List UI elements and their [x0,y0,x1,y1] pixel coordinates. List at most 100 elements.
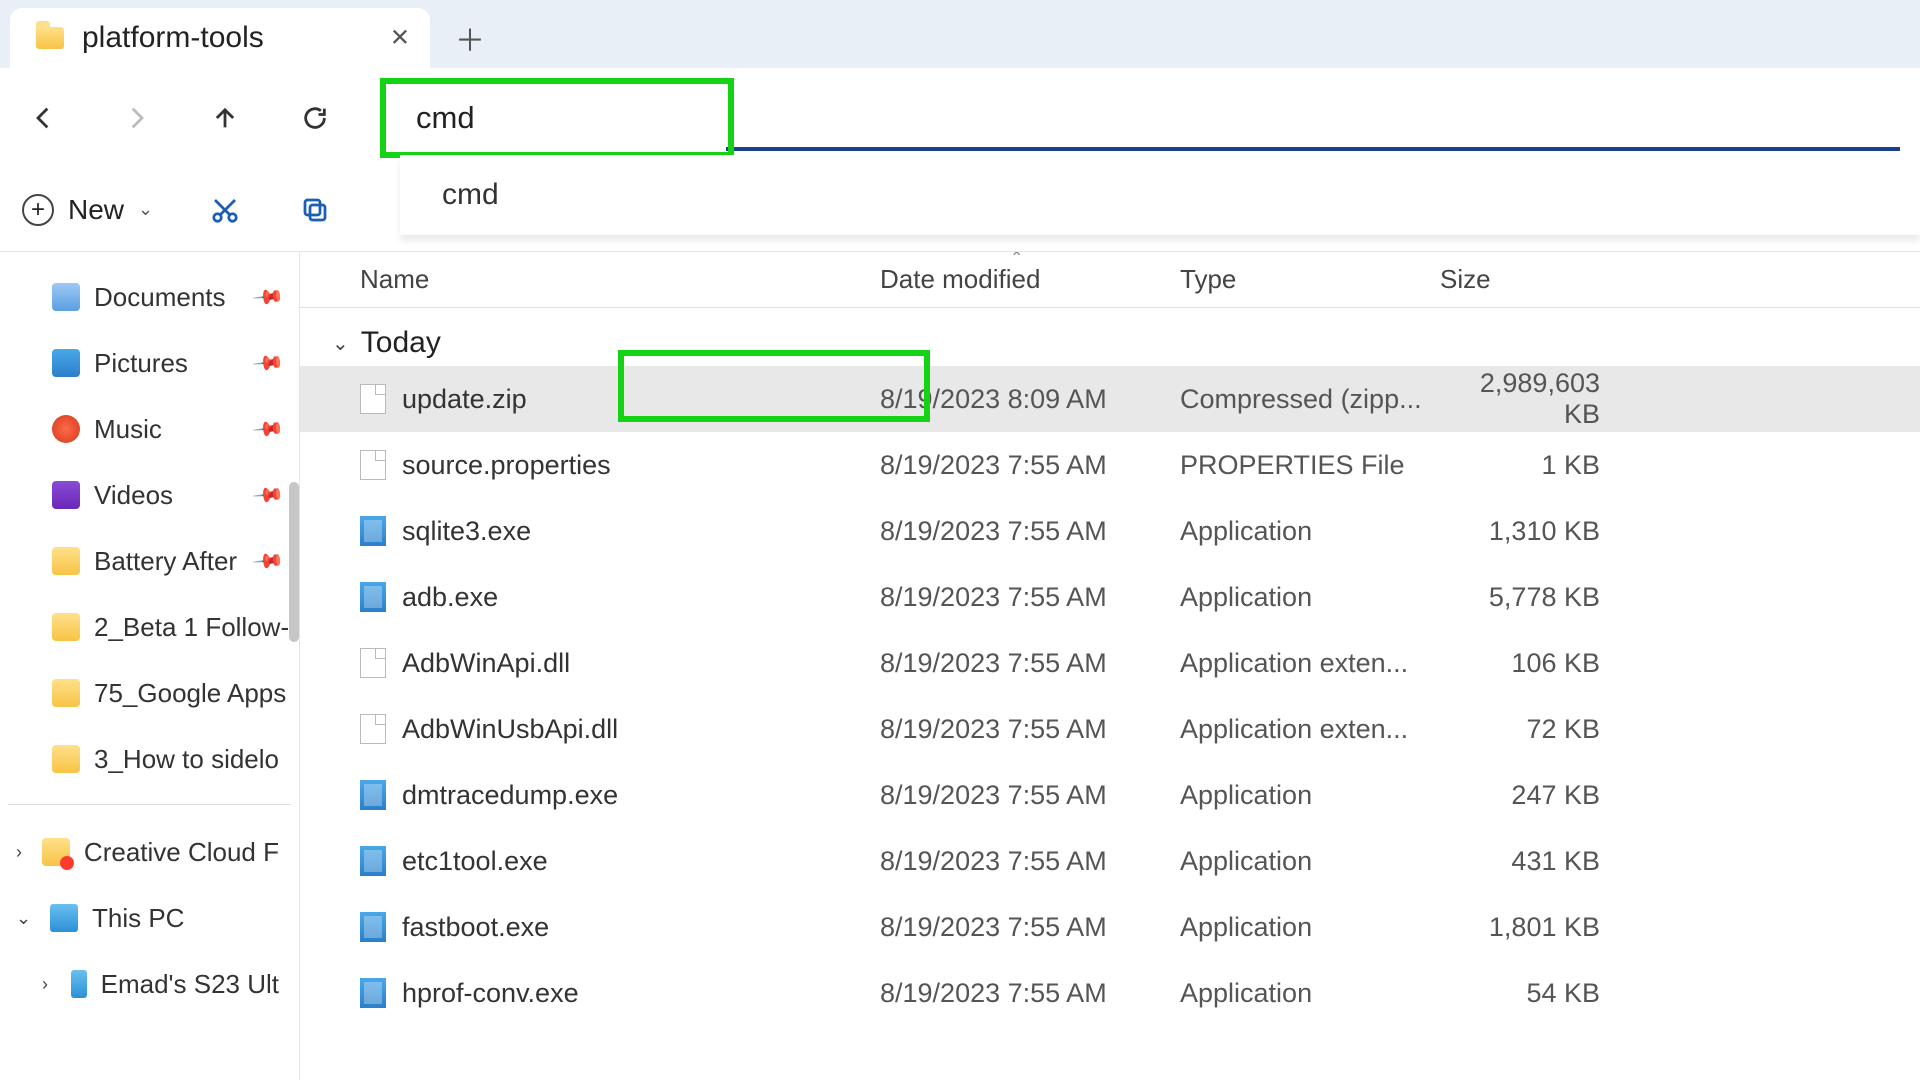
file-date: 8/19/2023 7:55 AM [880,648,1180,679]
file-date: 8/19/2023 8:09 AM [880,384,1180,415]
file-name: etc1tool.exe [402,846,548,877]
file-type: Application [1180,912,1440,943]
sidebar: Documents📌Pictures📌Music📌Videos📌Battery … [0,252,300,1080]
sidebar-item-2-beta-1-follow-[interactable]: 2_Beta 1 Follow- [0,594,299,660]
expand-icon[interactable]: › [42,974,57,995]
mus-icon [52,415,80,443]
sidebar-item-label: Pictures [94,348,188,379]
file-icon [360,978,386,1008]
sidebar-tree-this-pc[interactable]: ⌄ This PC [0,885,299,951]
column-size[interactable]: Size [1440,264,1610,295]
file-size: 54 KB [1440,978,1610,1009]
vid-icon [52,481,80,509]
file-date: 8/19/2023 7:55 AM [880,582,1180,613]
group-header-today[interactable]: ⌄ Today [300,308,1920,366]
column-name[interactable]: Name [360,264,880,295]
sidebar-item-documents[interactable]: Documents📌 [0,264,299,330]
address-suggestion[interactable]: cmd [400,155,1920,235]
file-name: source.properties [402,450,611,481]
column-date[interactable]: ⌃ Date modified [880,264,1180,295]
sidebar-item-music[interactable]: Music📌 [0,396,299,462]
file-row[interactable]: hprof-conv.exe8/19/2023 7:55 AMApplicati… [300,960,1920,1026]
file-name: dmtracedump.exe [402,780,618,811]
file-date: 8/19/2023 7:55 AM [880,978,1180,1009]
refresh-button[interactable] [290,93,340,143]
column-type[interactable]: Type [1180,264,1440,295]
file-date: 8/19/2023 7:55 AM [880,780,1180,811]
file-date: 8/19/2023 7:55 AM [880,912,1180,943]
file-size: 1,801 KB [1440,912,1610,943]
file-row[interactable]: update.zip 8/19/2023 8:09 AMCompressed (z… [300,366,1920,432]
cut-button[interactable] [207,192,243,228]
file-row[interactable]: dmtracedump.exe8/19/2023 7:55 AMApplicat… [300,762,1920,828]
expand-icon[interactable]: › [16,842,28,863]
file-type: Compressed (zipp... [1180,384,1440,415]
sidebar-item-battery-after[interactable]: Battery After📌 [0,528,299,594]
close-tab-button[interactable]: ✕ [390,24,410,53]
file-icon [360,516,386,546]
file-row[interactable]: sqlite3.exe8/19/2023 7:55 AMApplication1… [300,498,1920,564]
file-row[interactable]: adb.exe8/19/2023 7:55 AMApplication5,778… [300,564,1920,630]
chevron-down-icon: ⌄ [138,199,153,220]
file-date: 8/19/2023 7:55 AM [880,846,1180,877]
sidebar-item-label: 75_Google Apps [94,678,286,709]
file-type: PROPERTIES File [1180,450,1440,481]
up-button[interactable] [200,93,250,143]
new-button[interactable]: + New ⌄ [22,194,153,226]
ph-icon [71,970,87,998]
fol-icon [52,547,80,575]
new-tab-area: ＋ [430,8,510,68]
sidebar-item-label: Emad's S23 Ult [101,969,279,1000]
body-split: Documents📌Pictures📌Music📌Videos📌Battery … [0,252,1920,1080]
sidebar-item-label: Documents [94,282,226,313]
file-row[interactable]: fastboot.exe 8/19/2023 7:55 AMApplication… [300,894,1920,960]
column-headers: Name ⌃ Date modified Type Size [300,252,1920,308]
file-name: hprof-conv.exe [402,978,579,1009]
file-icon [360,912,386,942]
file-name: fastboot.exe [402,912,549,943]
file-size: 2,989,603 KB [1440,368,1610,430]
file-name: update.zip [402,384,527,415]
tab-platform-tools[interactable]: platform-tools ✕ [10,8,430,68]
cc-icon [42,838,70,866]
file-name: AdbWinApi.dll [402,648,570,679]
sidebar-item-label: Videos [94,480,173,511]
file-date: 8/19/2023 7:55 AM [880,450,1180,481]
copy-button[interactable] [297,192,333,228]
sidebar-item-label: 3_How to sidelo [94,744,279,775]
file-row[interactable]: etc1tool.exe 8/19/2023 7:55 AMApplication… [300,828,1920,894]
file-icon [360,582,386,612]
file-icon [360,846,386,876]
sidebar-tree-creative-cloud-f[interactable]: ›Creative Cloud F [0,819,299,885]
file-row[interactable]: AdbWinApi.dll8/19/2023 7:55 AMApplicatio… [300,630,1920,696]
sidebar-scrollbar[interactable] [289,482,299,642]
forward-button[interactable] [110,93,160,143]
file-icon [360,384,386,414]
new-tab-button[interactable]: ＋ [455,16,485,60]
sidebar-item-label: This PC [92,903,184,934]
file-row[interactable]: source.properties 8/19/2023 7:55 AMPROPER… [300,432,1920,498]
pc-icon [50,904,78,932]
back-button[interactable] [20,93,70,143]
file-size: 5,778 KB [1440,582,1610,613]
file-list: Name ⌃ Date modified Type Size ⌄ Today u… [300,252,1920,1080]
sidebar-item-videos[interactable]: Videos📌 [0,462,299,528]
annotation-highlight-address [380,78,734,158]
sidebar-item-75-google-apps[interactable]: 75_Google Apps [0,660,299,726]
file-type: Application [1180,582,1440,613]
sidebar-tree-emad-s-s23-ult[interactable]: › Emad's S23 Ult [0,951,299,1017]
sidebar-item-pictures[interactable]: Pictures📌 [0,330,299,396]
file-size: 1,310 KB [1440,516,1610,547]
file-icon [360,714,386,744]
sidebar-item-3-how-to-sidelo[interactable]: 3_How to sidelo [0,726,299,792]
file-size: 106 KB [1440,648,1610,679]
file-size: 1 KB [1440,450,1610,481]
new-button-label: New [68,194,124,226]
file-explorer-window: platform-tools ✕ ＋ cmd + New ⌄ [0,0,1920,1080]
expand-icon[interactable]: ⌄ [16,908,36,929]
nav-row [0,68,1920,168]
file-type: Application exten... [1180,714,1440,745]
file-type: Application [1180,846,1440,877]
file-row[interactable]: AdbWinUsbApi.dll8/19/2023 7:55 AMApplica… [300,696,1920,762]
file-icon [360,450,386,480]
